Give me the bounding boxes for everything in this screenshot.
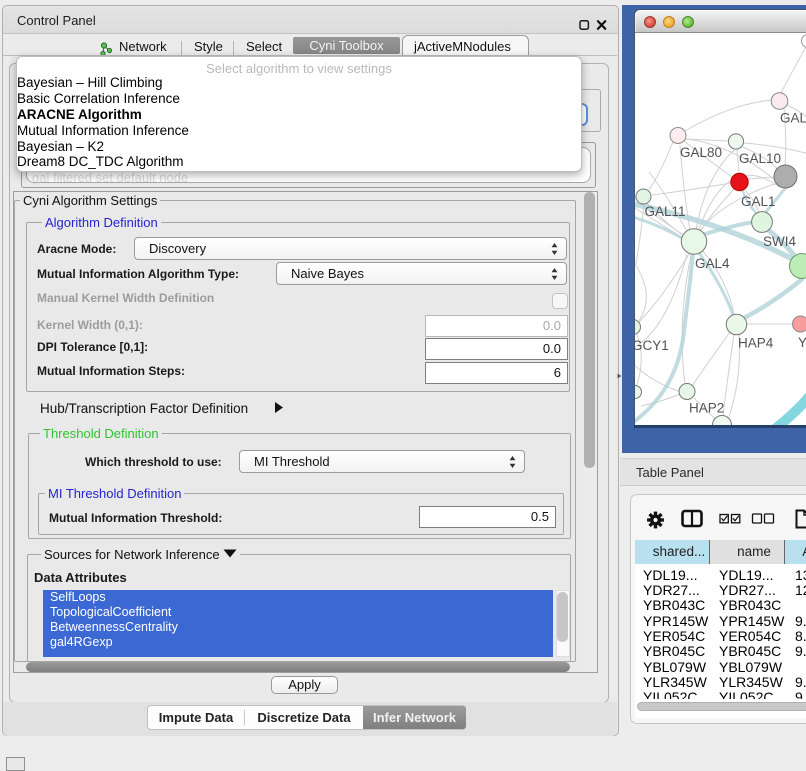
svg-text:HAP2: HAP2: [689, 401, 724, 416]
svg-text:GAL1: GAL1: [741, 194, 776, 209]
svg-text:GAL10: GAL10: [739, 151, 781, 166]
svg-text:GAL4: GAL4: [695, 256, 730, 271]
svg-text:SWI4: SWI4: [763, 234, 796, 249]
svg-text:GCY1: GCY1: [635, 338, 669, 353]
svg-text:HAP4: HAP4: [738, 336, 774, 351]
svg-text:Y: Y: [798, 335, 806, 350]
svg-text:GAL11: GAL11: [645, 204, 686, 219]
svg-text:GAL80: GAL80: [680, 145, 722, 160]
svg-text:GAL: GAL: [780, 111, 806, 126]
